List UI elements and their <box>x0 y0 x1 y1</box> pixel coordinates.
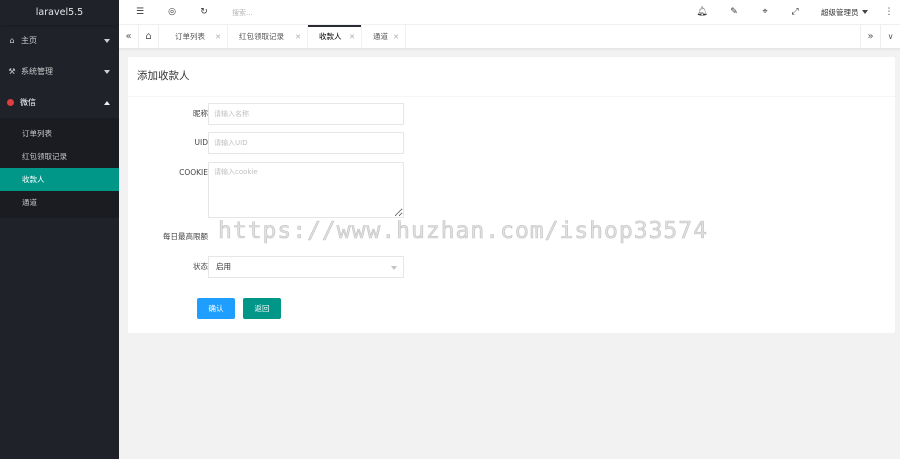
close-icon[interactable]: ✕ <box>393 25 399 49</box>
confirm-button[interactable]: 确认 <box>197 298 235 319</box>
caret-down-icon <box>861 10 868 14</box>
chevron-up-icon <box>104 100 110 105</box>
sidebar-subitem-orders[interactable]: 订单列表 <box>0 122 119 145</box>
tabs-prev-icon[interactable]: « <box>119 25 139 49</box>
theme-icon[interactable]: ✎ <box>726 0 742 25</box>
admin-name: 超级管理员 <box>821 8 859 17</box>
tab-orders[interactable]: 订单列表 ✕ <box>164 25 228 49</box>
tab-label: 订单列表 <box>175 32 205 41</box>
close-icon[interactable]: ✕ <box>349 25 355 49</box>
chevron-down-icon <box>104 38 110 43</box>
refresh-icon[interactable]: ↻ <box>196 0 212 25</box>
sidebar-item-label: 主页 <box>21 36 37 45</box>
form-row-cookie: COOKIE <box>128 162 895 218</box>
admin-menu[interactable]: 超级管理员 <box>821 0 868 25</box>
cookie-textarea[interactable] <box>208 162 404 218</box>
more-vertical-icon[interactable]: ⋮ <box>881 0 897 25</box>
form-row-uid: UID <box>128 132 895 154</box>
form-row-nickname: 昵称 <box>128 103 895 125</box>
form-row-status: 状态 启用 <box>128 256 895 278</box>
fullscreen-icon[interactable]: ⤢ <box>787 0 803 25</box>
page-title: 添加收款人 <box>128 57 895 97</box>
tab-payee[interactable]: 收款人 ✕ <box>308 25 362 49</box>
nickname-label: 昵称 <box>193 109 208 118</box>
tab-label: 红包领取记录 <box>239 32 284 41</box>
daily-limit-label: 每日最高限额 <box>163 232 208 241</box>
close-icon[interactable]: ✕ <box>215 25 221 49</box>
status-label: 状态 <box>193 262 208 271</box>
uid-label: UID <box>194 138 208 147</box>
nickname-input[interactable] <box>208 103 404 125</box>
app-logo[interactable]: laravel5.5 <box>0 0 119 25</box>
sidebar-item-home[interactable]: ⌂ 主页 <box>0 25 119 56</box>
tabs-dropdown-icon[interactable]: ∨ <box>880 25 900 49</box>
menu-toggle-icon[interactable]: ☰ <box>132 0 148 25</box>
tab-channel[interactable]: 通道 ✕ <box>362 25 406 49</box>
status-selected-value: 启用 <box>216 262 231 271</box>
tab-label: 通道 <box>373 32 388 41</box>
tabs-bar: « ⌂ 订单列表 ✕ 红包领取记录 ✕ 收款人 ✕ 通道 ✕ » ∨ <box>119 25 900 49</box>
back-button[interactable]: 返回 <box>243 298 281 319</box>
chevron-down-icon <box>104 69 110 74</box>
sidebar-subitem-redpacket[interactable]: 红包领取记录 <box>0 145 119 168</box>
sidebar-item-wechat[interactable]: 微信 <box>0 87 119 118</box>
sidebar-item-label: 微信 <box>20 98 36 107</box>
cookie-label: COOKIE <box>179 168 208 177</box>
close-icon[interactable]: ✕ <box>295 25 301 49</box>
status-select[interactable]: 启用 <box>208 256 404 278</box>
home-icon: ⌂ <box>9 36 15 45</box>
sidebar-subitem-payee[interactable]: 收款人 <box>0 168 119 191</box>
settings-icon: ⚒ <box>8 67 16 76</box>
globe-icon[interactable]: ◎ <box>164 0 180 25</box>
sidebar-subnav: 订单列表 红包领取记录 收款人 通道 <box>0 118 119 218</box>
sidebar-item-system[interactable]: ⚒ 系统管理 <box>0 56 119 87</box>
form-card: 添加收款人 昵称 UID COOKIE 每日最高限额 状态 启用 确认 返回 <box>128 57 895 333</box>
uid-input[interactable] <box>208 132 404 154</box>
form-row-daily-limit: 每日最高限额 <box>128 226 895 248</box>
chevron-down-icon <box>391 266 397 270</box>
sidebar-subitem-channel[interactable]: 通道 <box>0 191 119 214</box>
tab-home-icon[interactable]: ⌂ <box>139 25 159 49</box>
wechat-icon <box>7 99 14 106</box>
tab-label: 收款人 <box>319 32 342 41</box>
tab-redpacket[interactable]: 红包领取记录 ✕ <box>228 25 308 49</box>
sidebar: laravel5.5 ⌂ 主页 ⚒ 系统管理 微信 订单列表 红包领取记录 收款… <box>0 0 119 459</box>
bell-icon[interactable]: 🔔︎ <box>694 0 710 25</box>
tag-icon[interactable]: ⌖ <box>757 0 773 25</box>
sidebar-item-label: 系统管理 <box>21 67 53 76</box>
tabs-next-icon[interactable]: » <box>860 25 880 49</box>
search-input[interactable] <box>232 6 352 20</box>
top-header: ☰ ◎ ↻ 🔔︎ ✎ ⌖ ⤢ 超级管理员 ⋮ <box>119 0 900 25</box>
